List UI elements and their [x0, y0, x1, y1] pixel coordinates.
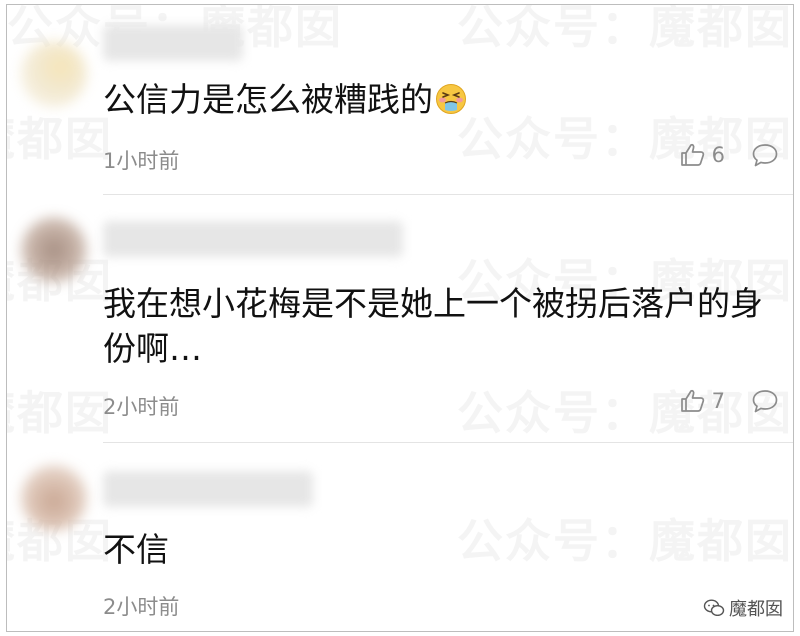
comment-bubble-icon: [752, 144, 778, 167]
brand-watermark: 魔都囡: [703, 595, 783, 621]
like-button[interactable]: 6: [680, 143, 725, 167]
comment-text: 不信: [103, 530, 169, 569]
avatar[interactable]: [21, 217, 87, 283]
comment-time: 1小时前: [103, 149, 180, 173]
comment-time: 2小时前: [103, 395, 180, 419]
avatar[interactable]: [21, 465, 87, 531]
comment-item: 不信 2小时前: [7, 443, 793, 631]
comment-time: 2小时前: [103, 595, 180, 619]
like-count: 7: [711, 389, 725, 413]
username-blurred[interactable]: [103, 25, 243, 61]
thumbs-up-icon: [680, 389, 704, 412]
username-blurred[interactable]: [103, 471, 313, 507]
comment-bubble-icon: [752, 390, 778, 413]
comment-text: 我在想小花梅是不是她上一个被拐后落户的身份啊…: [103, 284, 763, 368]
reply-button[interactable]: [751, 142, 779, 168]
avatar[interactable]: [21, 41, 87, 107]
comment-panel: 公众号：魔都囡 公众号：魔都囡 公众号：魔都囡 公众号：魔都囡 公众号：魔都囡 …: [6, 4, 794, 632]
username-blurred[interactable]: [103, 221, 403, 257]
comment-body: 公信力是怎么被糟践的: [103, 80, 433, 119]
comment-item: 公信力是怎么被糟践的 1小时前 6: [7, 5, 793, 195]
thumbs-up-icon: [680, 143, 704, 166]
comment-actions: 7: [680, 386, 779, 416]
comment-text: 公信力是怎么被糟践的: [103, 77, 783, 122]
reply-button[interactable]: [751, 388, 779, 414]
chat-bubbles-icon: [703, 599, 725, 617]
weary-face-emoji: [436, 84, 466, 114]
like-button[interactable]: 7: [680, 389, 725, 413]
comment-actions: 6: [680, 140, 779, 170]
like-count: 6: [711, 143, 725, 167]
comment-item: 我在想小花梅是不是她上一个被拐后落户的身份啊… 2小时前 7: [7, 195, 793, 443]
brand-label: 魔都囡: [729, 599, 783, 620]
